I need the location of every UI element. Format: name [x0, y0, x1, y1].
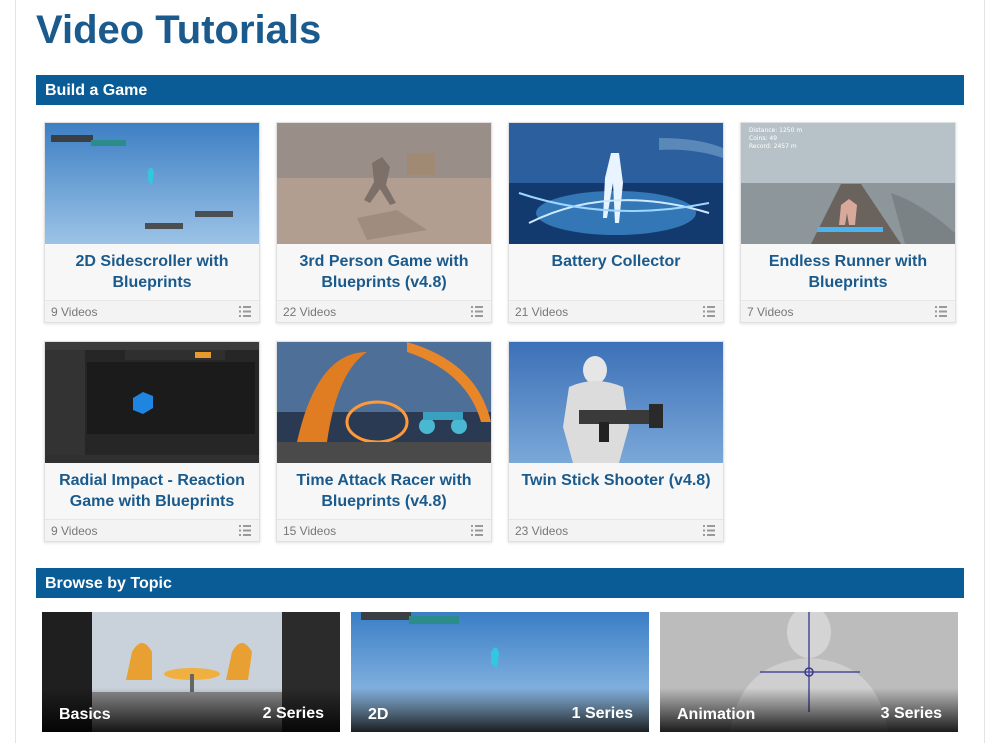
series-count: 1 Series — [571, 705, 633, 722]
card-title: Twin Stick Shooter (v4.8) — [521, 472, 711, 489]
topic-tile-animation[interactable]: Animation 3 Series — [660, 612, 958, 732]
tutorial-card-time-attack-racer[interactable]: Time Attack Racer with Blueprints (v4.8)… — [276, 341, 492, 542]
series-count: 2 Series — [262, 705, 324, 722]
distance-readout: Distance: 1250 m — [749, 127, 803, 134]
topic-name: Animation — [677, 706, 756, 723]
card-footer: 9 Videos — [45, 300, 259, 322]
tutorial-card-3rd-person[interactable]: 3rd Person Game with Blueprints (v4.8) 2… — [276, 122, 492, 323]
card-title: Battery Collector — [551, 253, 681, 270]
list-icon — [471, 306, 483, 317]
video-count: 15 Videos — [283, 524, 337, 538]
video-count: 22 Videos — [283, 305, 337, 319]
tutorial-card-2d-sidescroller[interactable]: 2D Sidescroller with Blueprints 9 Videos — [44, 122, 260, 323]
card-footer: 15 Videos — [277, 519, 491, 541]
topic-tile-basics[interactable]: Basics 2 Series — [42, 612, 340, 732]
card-footer: 7 Videos — [741, 300, 955, 322]
section-header-build-a-game: Build a Game — [36, 75, 964, 105]
card-title: Radial Impact - Reaction Game with Bluep… — [59, 472, 245, 510]
tutorial-card-battery-collector[interactable]: Battery Collector 21 Videos — [508, 122, 724, 323]
tutorial-card-endless-runner[interactable]: Distance: 1250 m Coins: 49 Record: 2457 … — [740, 122, 956, 323]
battery-collector-thumbnail — [509, 123, 723, 244]
list-icon — [471, 525, 483, 536]
shooter-thumbnail — [509, 342, 723, 463]
video-count: 9 Videos — [51, 524, 98, 538]
card-footer: 9 Videos — [45, 519, 259, 541]
card-footer: 23 Videos — [509, 519, 723, 541]
video-count: 21 Videos — [515, 305, 569, 319]
card-footer: 22 Videos — [277, 300, 491, 322]
list-icon — [239, 525, 251, 536]
video-count: 7 Videos — [747, 305, 794, 319]
tutorial-card-twin-stick-shooter[interactable]: Twin Stick Shooter (v4.8) 23 Videos — [508, 341, 724, 542]
third-person-thumbnail — [277, 123, 491, 244]
list-icon — [703, 306, 715, 317]
topic-tile-2d[interactable]: 2D 1 Series — [351, 612, 649, 732]
coins-readout: Coins: 49 — [749, 135, 778, 142]
card-footer: 21 Videos — [509, 300, 723, 322]
section-header-browse-by-topic: Browse by Topic — [36, 568, 964, 598]
list-icon — [703, 525, 715, 536]
sidescroller-thumbnail — [45, 123, 259, 244]
card-title: 3rd Person Game with Blueprints (v4.8) — [299, 253, 469, 291]
page-title: Video Tutorials — [36, 8, 322, 52]
video-count: 9 Videos — [51, 305, 98, 319]
endless-runner-thumbnail: Distance: 1250 m Coins: 49 Record: 2457 … — [741, 123, 955, 244]
series-count: 3 Series — [880, 705, 942, 722]
editor-thumbnail — [45, 342, 259, 463]
card-title: 2D Sidescroller with Blueprints — [75, 253, 229, 291]
list-icon — [935, 306, 947, 317]
topic-name: 2D — [368, 706, 389, 723]
card-title: Endless Runner with Blueprints — [768, 253, 928, 291]
list-icon — [239, 306, 251, 317]
topic-name: Basics — [59, 706, 111, 723]
card-title: Time Attack Racer with Blueprints (v4.8) — [296, 472, 472, 510]
racer-thumbnail — [277, 342, 491, 463]
video-count: 23 Videos — [515, 524, 569, 538]
record-readout: Record: 2457 m — [749, 143, 797, 150]
tutorial-card-radial-impact[interactable]: Radial Impact - Reaction Game with Bluep… — [44, 341, 260, 542]
